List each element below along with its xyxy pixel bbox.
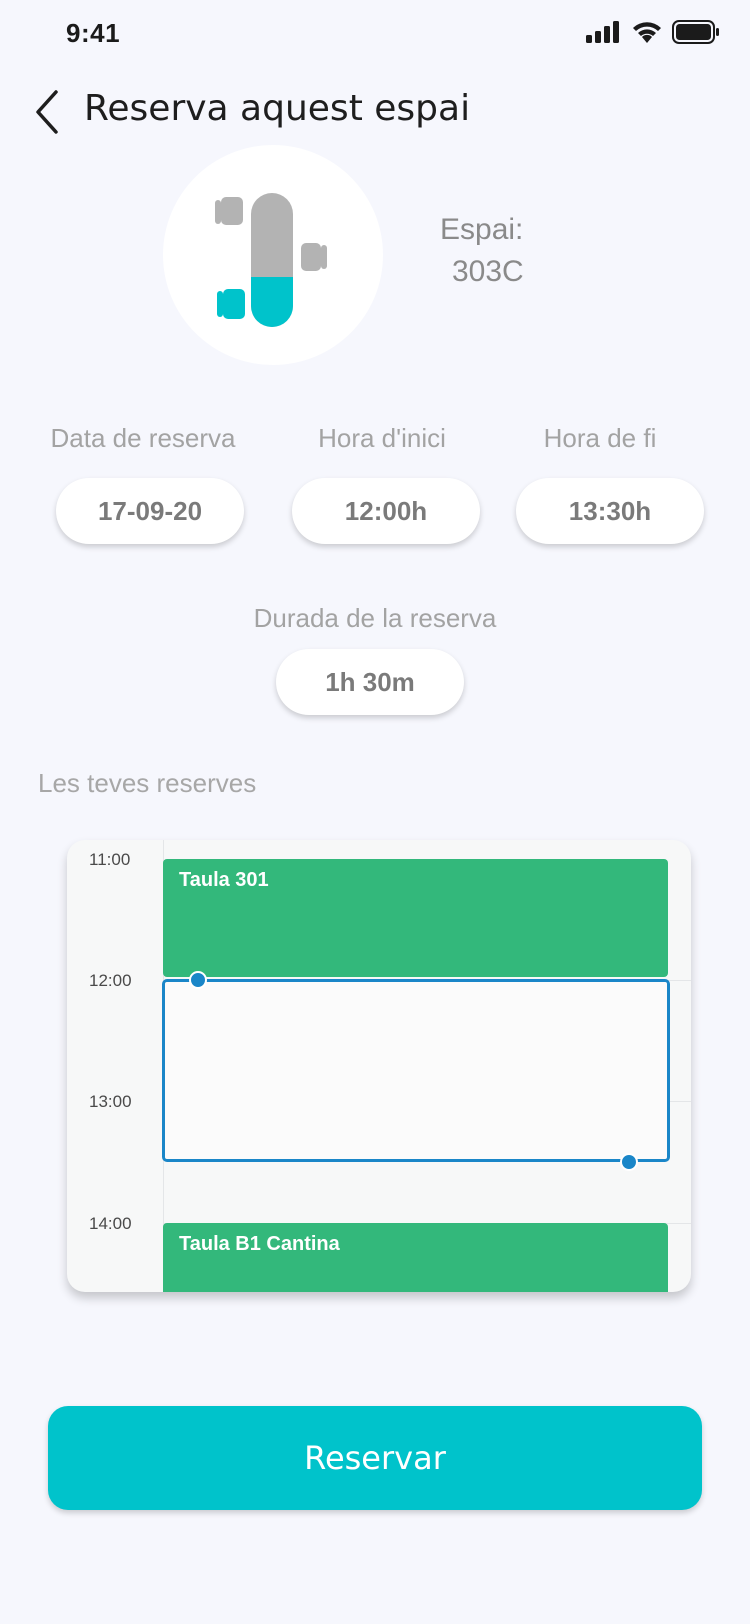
event-title: Taula B1 Cantina	[179, 1233, 340, 1255]
range-end-handle[interactable]	[620, 1153, 638, 1171]
range-start-handle[interactable]	[189, 971, 207, 989]
back-button[interactable]	[30, 88, 66, 136]
selected-time-range[interactable]	[162, 979, 670, 1162]
table-chairs-icon	[215, 193, 327, 327]
hour-label: 13:00	[89, 1092, 132, 1111]
event-title: Taula 301	[179, 869, 269, 891]
duration-field: 1h 30m	[276, 649, 464, 715]
hour-label: 12:00	[89, 971, 132, 990]
reservations-calendar[interactable]: 11:00 12:00 13:00 14:00 Taula 301 Taula …	[67, 840, 691, 1292]
wifi-icon	[633, 22, 661, 43]
status-time: 9:41	[66, 18, 121, 48]
end-time-label: Hora de fi	[543, 423, 657, 453]
start-time-label: Hora d'inici	[318, 423, 446, 453]
space-label: Espai:	[440, 213, 524, 246]
reservation-event[interactable]: Taula B1 Cantina	[163, 1223, 668, 1292]
reservations-title: Les teves reserves	[38, 768, 257, 798]
hour-label: 11:00	[89, 850, 131, 869]
chevron-left-icon	[36, 90, 58, 134]
date-field[interactable]: 17-09-20	[56, 478, 244, 544]
reserve-button[interactable]: Reservar	[48, 1406, 702, 1510]
battery-icon	[672, 20, 719, 44]
status-icons	[586, 20, 720, 44]
hour-label: 14:00	[89, 1214, 132, 1233]
space-illustration	[163, 145, 383, 365]
date-label: Data de reserva	[50, 423, 236, 453]
page-title: Reserva aquest espai	[84, 88, 471, 129]
end-time-field[interactable]: 13:30h	[516, 478, 704, 544]
duration-label: Durada de la reserva	[253, 603, 497, 633]
space-code: 303C	[452, 255, 524, 288]
signal-icon	[586, 21, 619, 43]
start-time-field[interactable]: 12:00h	[292, 478, 480, 544]
reservation-event[interactable]: Taula 301	[163, 859, 668, 977]
